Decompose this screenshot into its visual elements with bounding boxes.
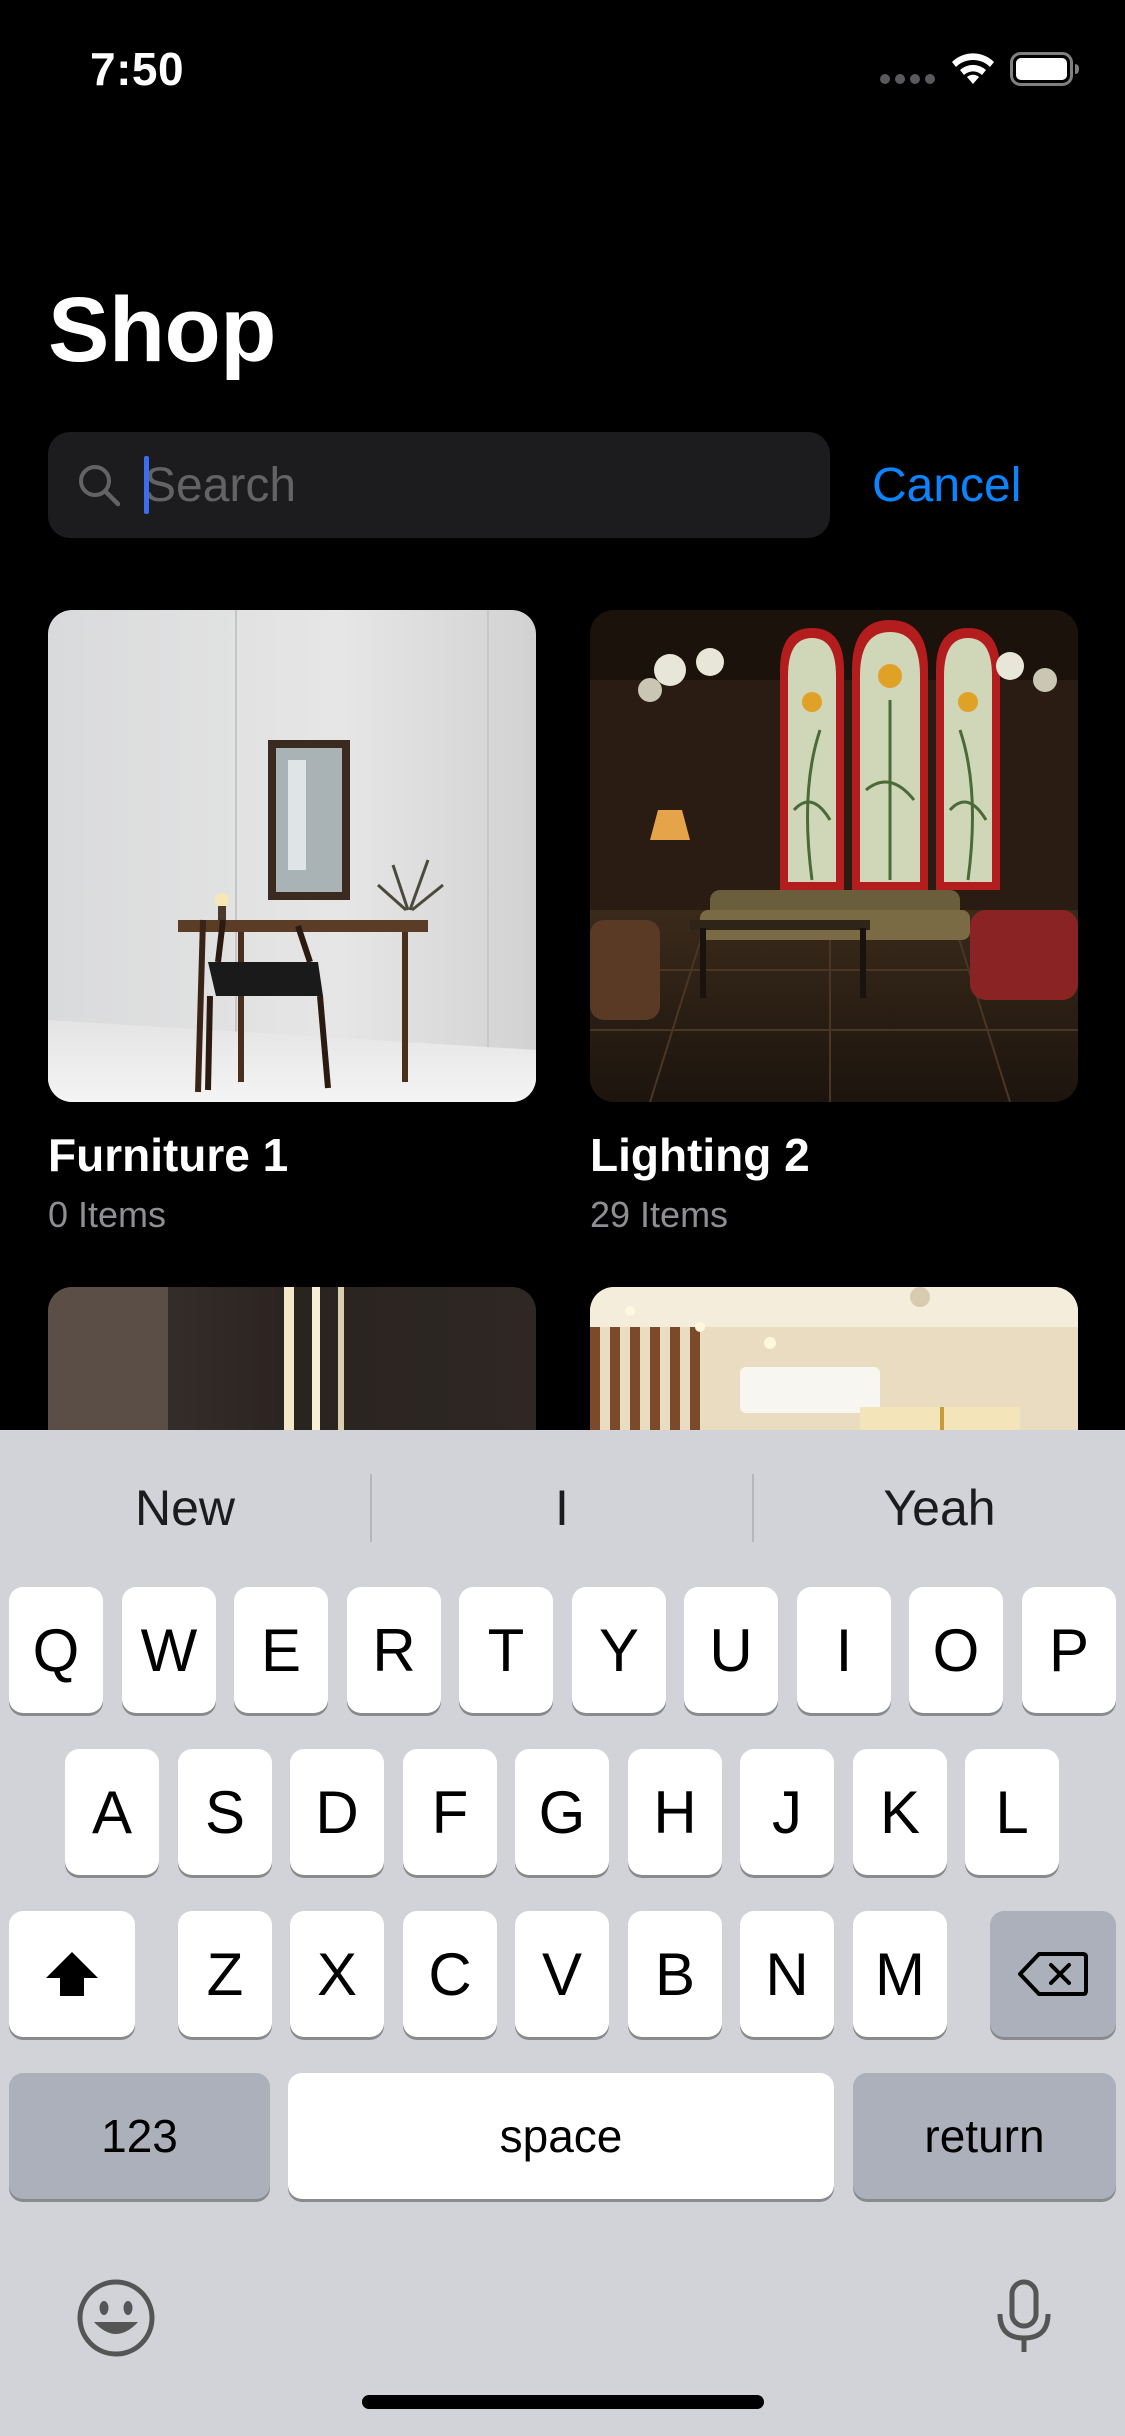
signal-icon <box>880 74 936 84</box>
category-title: Lighting 2 <box>590 1129 810 1181</box>
search-icon <box>79 465 121 507</box>
furniture-photo <box>48 610 536 1102</box>
key-a[interactable]: A <box>65 1749 159 1875</box>
lighting-photo <box>590 610 1078 1102</box>
key-c[interactable]: C <box>403 1911 497 2037</box>
key-k[interactable]: K <box>853 1749 947 1875</box>
status-bar: 7:50 <box>0 0 1125 140</box>
return-key[interactable]: return <box>853 2073 1116 2199</box>
category-card-furniture[interactable]: Furniture 1 0 Items <box>48 610 536 1235</box>
key-t[interactable]: T <box>459 1587 553 1713</box>
key-g[interactable]: G <box>515 1749 609 1875</box>
key-q[interactable]: Q <box>9 1587 103 1713</box>
shift-key[interactable] <box>9 1911 135 2037</box>
page-title: Shop <box>48 279 276 381</box>
suggestion-item[interactable]: I <box>372 1430 752 1586</box>
key-z[interactable]: Z <box>178 1911 272 2037</box>
key-h[interactable]: H <box>628 1749 722 1875</box>
key-d[interactable]: D <box>290 1749 384 1875</box>
key-b[interactable]: B <box>628 1911 722 2037</box>
key-o[interactable]: O <box>909 1587 1003 1713</box>
text-cursor <box>144 456 149 514</box>
key-j[interactable]: J <box>740 1749 834 1875</box>
category-count: 0 Items <box>48 1194 167 1235</box>
key-s[interactable]: S <box>178 1749 272 1875</box>
numbers-key[interactable]: 123 <box>9 2073 270 2199</box>
key-f[interactable]: F <box>403 1749 497 1875</box>
wifi-icon <box>952 53 994 84</box>
category-title: Furniture 1 <box>48 1129 289 1181</box>
suggestion-item[interactable]: Yeah <box>754 1430 1125 1586</box>
key-x[interactable]: X <box>290 1911 384 2037</box>
battery-icon <box>1010 52 1079 86</box>
key-i[interactable]: I <box>797 1587 891 1713</box>
category-image[interactable] <box>590 610 1078 1102</box>
keyboard: New I Yeah Q W E R T Y U I O P A S D F G… <box>0 1430 1125 2436</box>
suggestion-bar: New I Yeah <box>0 1430 1125 1586</box>
status-time: 7:50 <box>90 43 185 95</box>
key-y[interactable]: Y <box>572 1587 666 1713</box>
emoji-icon[interactable] <box>76 2278 156 2358</box>
space-key[interactable]: space <box>288 2073 834 2199</box>
category-count: 29 Items <box>590 1194 729 1235</box>
search-input[interactable] <box>144 432 804 538</box>
key-m[interactable]: M <box>853 1911 947 2037</box>
key-r[interactable]: R <box>347 1587 441 1713</box>
key-n[interactable]: N <box>740 1911 834 2037</box>
microphone-icon[interactable] <box>992 2278 1056 2358</box>
delete-key[interactable] <box>990 1911 1116 2037</box>
cancel-button[interactable]: Cancel <box>872 452 1021 518</box>
category-image[interactable] <box>48 610 536 1102</box>
key-l[interactable]: L <box>965 1749 1059 1875</box>
category-card-lighting[interactable]: Lighting 2 29 Items <box>590 610 1078 1235</box>
key-u[interactable]: U <box>684 1587 778 1713</box>
key-v[interactable]: V <box>515 1911 609 2037</box>
search-field[interactable] <box>48 432 830 538</box>
key-p[interactable]: P <box>1022 1587 1116 1713</box>
delete-icon <box>1018 1952 1088 1996</box>
key-w[interactable]: W <box>122 1587 216 1713</box>
shift-icon <box>46 1952 98 1996</box>
suggestion-item[interactable]: New <box>0 1430 370 1586</box>
key-e[interactable]: E <box>234 1587 328 1713</box>
home-indicator[interactable] <box>362 2395 764 2409</box>
